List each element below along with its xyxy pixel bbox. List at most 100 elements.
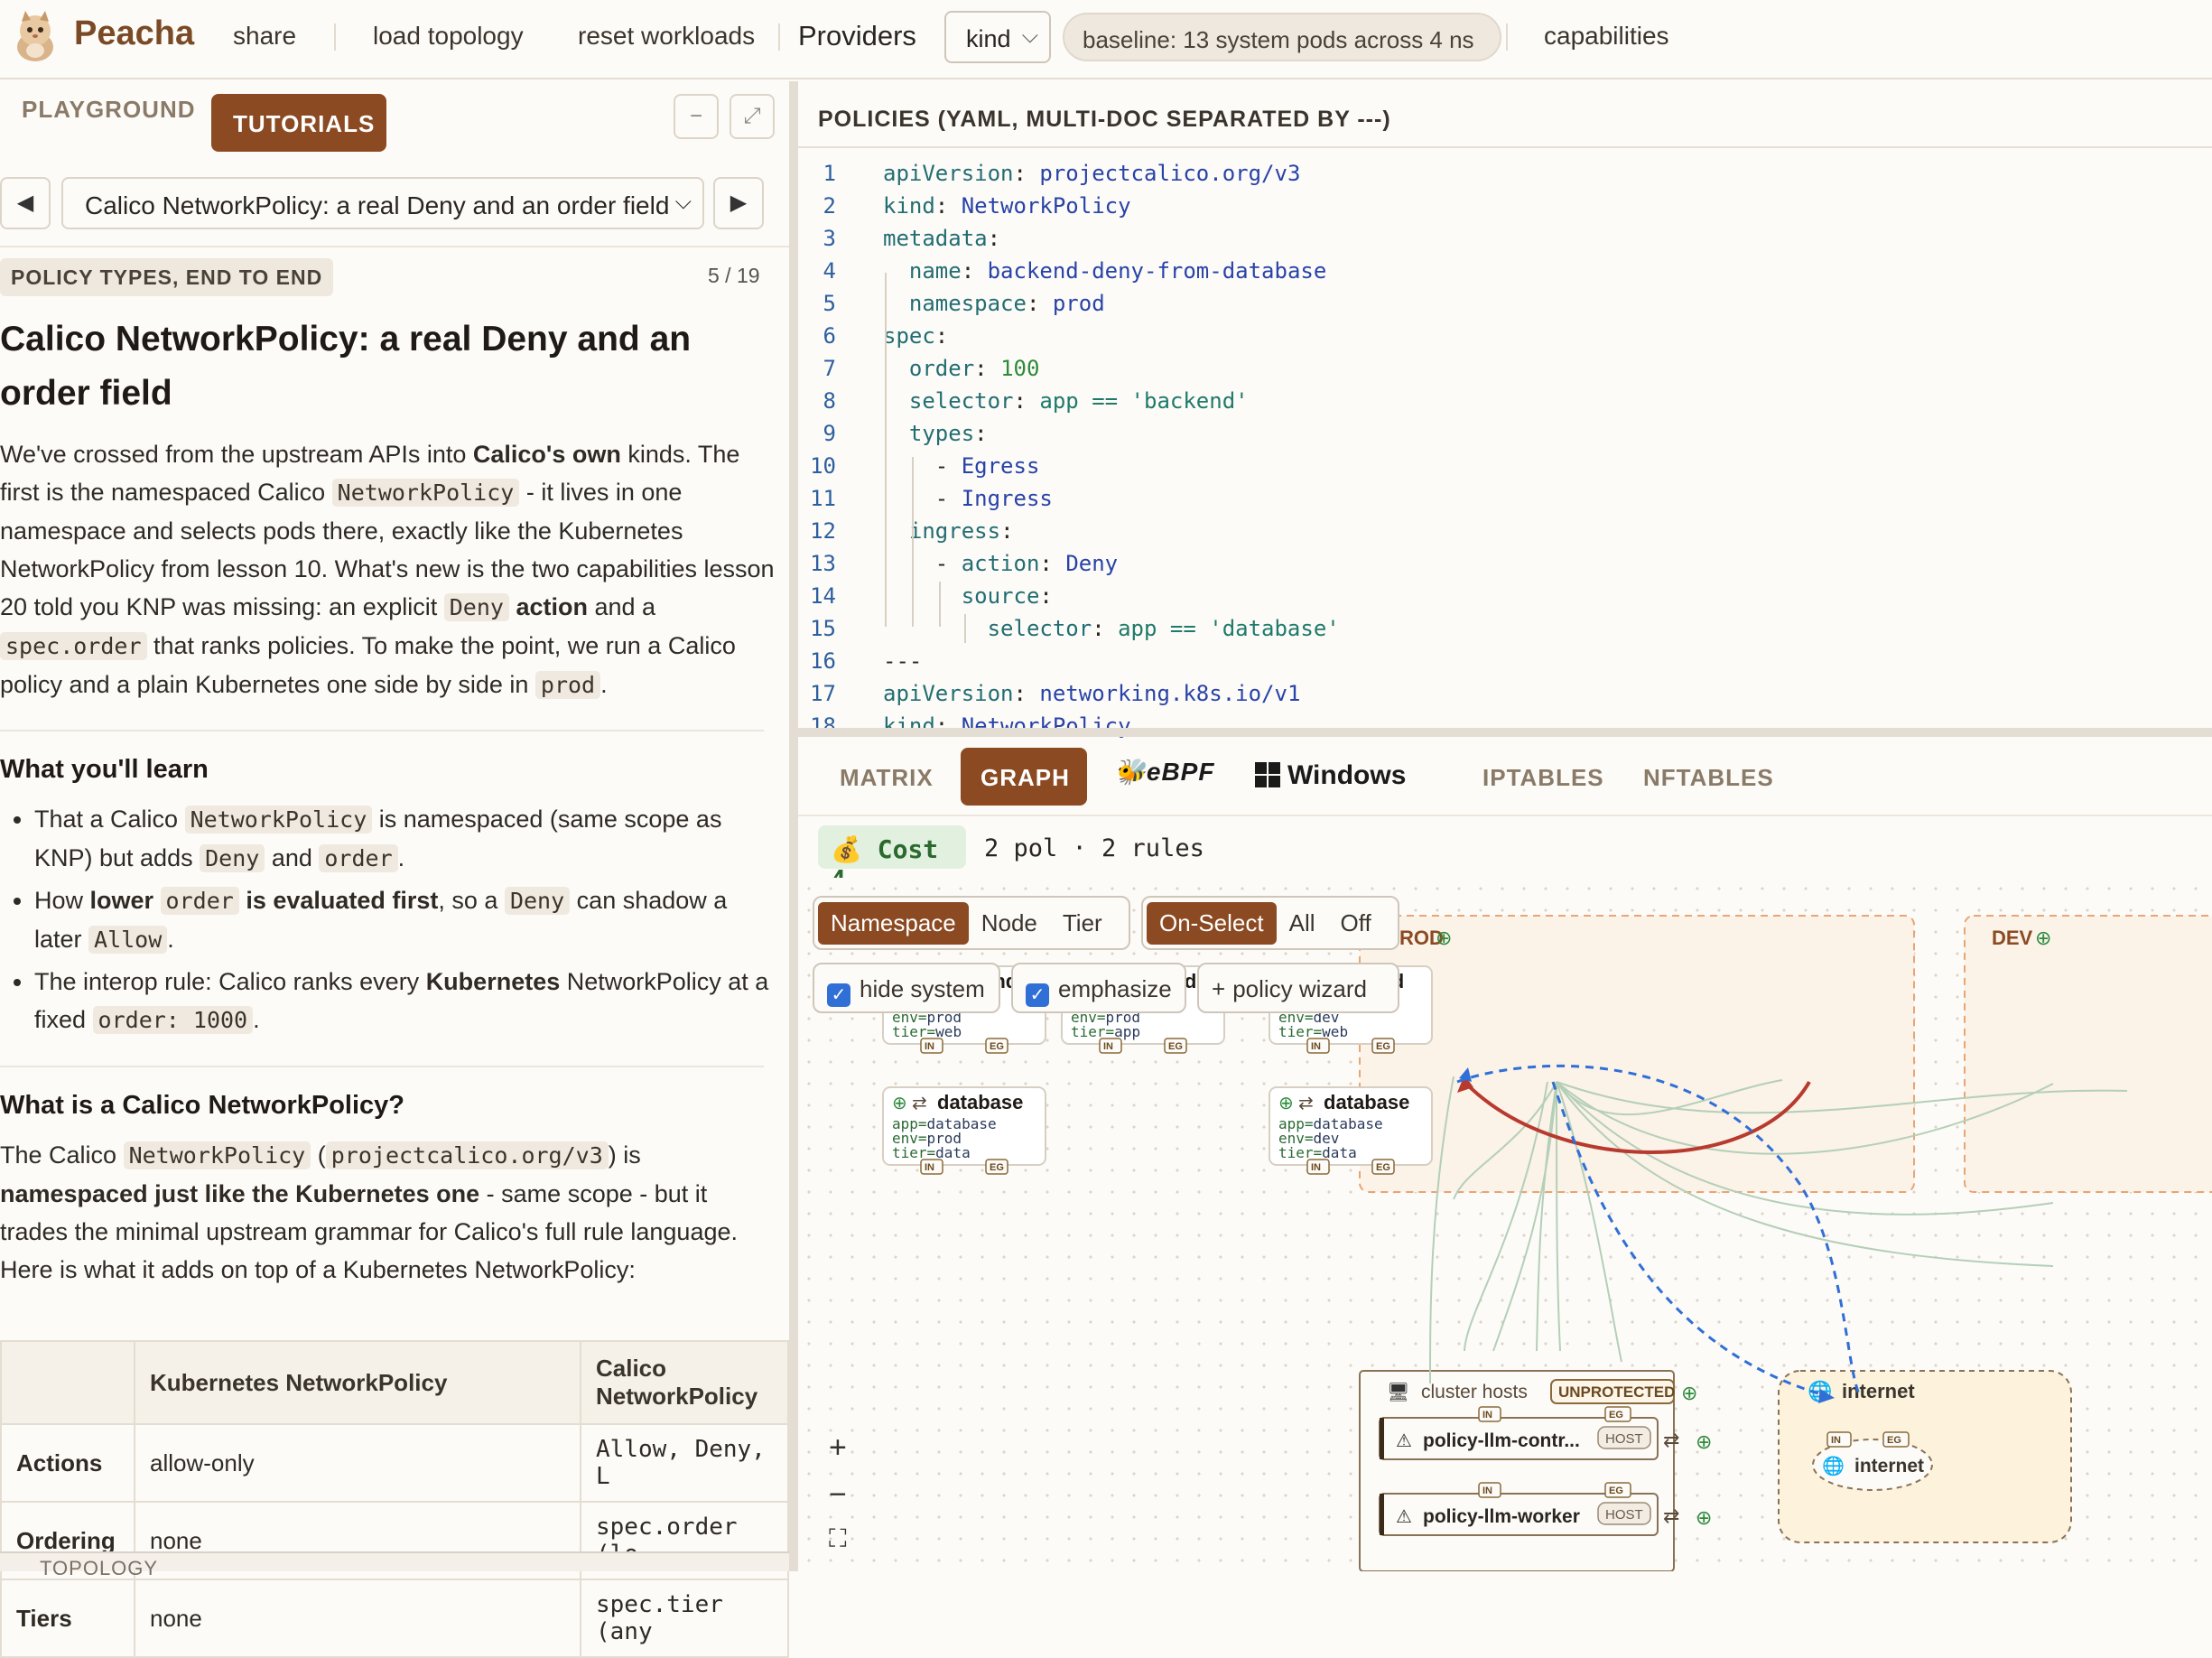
group-namespace-button[interactable]: Namespace bbox=[818, 901, 969, 945]
display-all-button[interactable]: All bbox=[1277, 902, 1328, 945]
lesson-progress: 5 / 19 bbox=[708, 264, 760, 287]
display-off-button[interactable]: Off bbox=[1328, 902, 1384, 945]
learn-list: That a Calico NetworkPolicy is namespace… bbox=[34, 800, 775, 1043]
lesson-select[interactable]: Calico NetworkPolicy: a real Deny and an… bbox=[61, 177, 704, 229]
table-cell: spec.tier (any bbox=[580, 1579, 789, 1658]
table-cell: allow-only bbox=[134, 1423, 581, 1503]
line-number: 17 bbox=[810, 681, 836, 706]
load-topology-button[interactable]: load topology bbox=[373, 22, 524, 51]
group-node-button[interactable]: Node bbox=[969, 902, 1050, 945]
table-header-row: Kubernetes NetworkPolicy Calico NetworkP… bbox=[0, 1340, 789, 1425]
port-eg-label: EG bbox=[1887, 1435, 1901, 1446]
namespace-dev-label: DEV bbox=[1992, 927, 2033, 949]
table-cell: none bbox=[134, 1579, 581, 1658]
line-number: 11 bbox=[810, 486, 836, 511]
brand-name: Peacha bbox=[74, 14, 195, 52]
plus-icon: + bbox=[1212, 975, 1226, 1002]
pod-label: tier=data bbox=[892, 1144, 971, 1161]
globe-icon: ⊕ bbox=[1681, 1382, 1697, 1404]
bee-icon: 🐝 bbox=[1114, 758, 1147, 786]
line-number: 8 bbox=[823, 388, 836, 414]
reset-workloads-button[interactable]: reset workloads bbox=[578, 22, 755, 51]
chevron-down-icon: ⌵ bbox=[1021, 23, 1038, 48]
table-header: Kubernetes NetworkPolicy bbox=[134, 1340, 581, 1425]
panel-resize-handle[interactable] bbox=[789, 81, 798, 1571]
prev-lesson-icon[interactable]: ◀ bbox=[0, 177, 51, 229]
port-eg-label: EG bbox=[1376, 1162, 1390, 1173]
tab-graph[interactable]: GRAPH bbox=[961, 748, 1087, 806]
hide-system-checkbox[interactable]: ✓ hide system bbox=[813, 963, 1000, 1013]
swap-icon: ⇄ bbox=[912, 1094, 927, 1113]
cost-badge: 💰 Cost 4 bbox=[818, 825, 966, 894]
table-header bbox=[0, 1340, 135, 1425]
code-line: apiVersion: projectcalico.org/v3 bbox=[883, 161, 1301, 186]
zoom-in-icon[interactable]: + bbox=[829, 1430, 847, 1466]
line-number: 6 bbox=[823, 323, 836, 349]
pod-label: tier=web bbox=[1278, 1023, 1348, 1040]
namespace-dev-group[interactable] bbox=[1964, 915, 2212, 1193]
policy-wizard-button[interactable]: + policy wizard bbox=[1197, 963, 1399, 1013]
tab-iptables[interactable]: IPTABLES bbox=[1482, 764, 1604, 792]
tab-ebpf[interactable]: 🐝eBPF bbox=[1114, 757, 1214, 787]
code-line: spec: bbox=[883, 323, 962, 349]
table-cell: Tiers bbox=[0, 1579, 135, 1658]
code-line: apiVersion: networking.k8s.io/v1 bbox=[883, 681, 1301, 706]
lesson-title: Calico NetworkPolicy: a real Deny and an… bbox=[0, 320, 692, 413]
topology-graph[interactable]: ROD ⊕ DEV ⊕ 🖥 cluster hosts UNPROTECTED … bbox=[798, 878, 2212, 1571]
zoom-out-icon[interactable]: − bbox=[829, 1477, 847, 1513]
pod-name: database bbox=[1324, 1091, 1409, 1113]
share-button[interactable]: share bbox=[233, 22, 296, 51]
code-line: namespace: prod bbox=[908, 291, 1105, 316]
port-in-label: IN bbox=[925, 1162, 934, 1173]
minimize-icon[interactable]: − bbox=[674, 94, 719, 139]
panel-resize-handle[interactable] bbox=[798, 728, 2212, 737]
code-line: name: backend-deny-from-database bbox=[908, 258, 1327, 284]
fit-view-icon[interactable]: ⛶ bbox=[829, 1524, 847, 1554]
display-on-select-button[interactable]: On-Select bbox=[1147, 901, 1277, 945]
code-line: source: bbox=[961, 583, 1066, 609]
code-line: - Egress bbox=[934, 453, 1040, 479]
next-lesson-icon[interactable]: ▶ bbox=[713, 177, 764, 229]
pod-card[interactable]: ⊕ ⇄ databaseapp=databaseenv=devtier=dataIN… bbox=[1269, 1086, 1433, 1175]
cluster-hosts-label: cluster hosts bbox=[1421, 1382, 1528, 1402]
globe-icon: ⊕ bbox=[892, 1094, 907, 1113]
internet-node-label: internet bbox=[1854, 1456, 1924, 1476]
tab-matrix[interactable]: MATRIX bbox=[840, 764, 934, 792]
lesson-select-value: Calico NetworkPolicy: a real Deny and an… bbox=[85, 191, 670, 219]
divider bbox=[0, 1066, 764, 1067]
line-number: 9 bbox=[823, 421, 836, 446]
line-number: 1 bbox=[823, 161, 836, 186]
tab-tutorials[interactable]: TUTORIALS bbox=[211, 94, 386, 152]
emphasize-checkbox[interactable]: ✓ emphasize bbox=[1011, 963, 1186, 1013]
globe-icon: ⊕ bbox=[1278, 1094, 1294, 1113]
port-eg-label: EG bbox=[990, 1041, 1004, 1052]
list-item: That a Calico NetworkPolicy is namespace… bbox=[34, 800, 775, 878]
divider bbox=[0, 730, 764, 731]
tab-playground[interactable]: PLAYGROUND bbox=[22, 96, 196, 124]
list-item: The interop rule: Calico ranks every Kub… bbox=[34, 963, 775, 1039]
code-line: order: 100 bbox=[908, 356, 1040, 381]
expand-icon[interactable]: ⤢ bbox=[730, 94, 775, 139]
tab-nftables[interactable]: NFTABLES bbox=[1643, 764, 1774, 792]
port-in-label: IN bbox=[1482, 1486, 1492, 1496]
tab-windows[interactable]: Windows bbox=[1255, 760, 1406, 791]
globe-icon: ⊕ bbox=[1436, 927, 1452, 949]
group-tier-button[interactable]: Tier bbox=[1050, 902, 1115, 945]
top-bar: Peacha share load topology reset workloa… bbox=[0, 0, 2212, 79]
pod-card[interactable]: ⊕ ⇄ databaseapp=databaseenv=prodtier=dataI… bbox=[882, 1086, 1046, 1175]
capabilities-button[interactable]: capabilities bbox=[1544, 22, 1669, 51]
line-number: 13 bbox=[810, 551, 836, 576]
provider-select-value: kind bbox=[966, 25, 1011, 52]
port-eg-label: EG bbox=[1609, 1410, 1623, 1420]
warning-icon: ⚠ bbox=[1396, 1507, 1412, 1527]
provider-select[interactable]: kind ⌵ bbox=[944, 11, 1051, 63]
peacha-logo-icon bbox=[17, 11, 53, 61]
code-line: ingress: bbox=[908, 518, 1027, 544]
port-eg-label: EG bbox=[1376, 1041, 1390, 1052]
monitor-icon: 🖥 bbox=[1387, 1383, 1409, 1402]
port-in-label: IN bbox=[1831, 1435, 1841, 1446]
port-eg-label: EG bbox=[1168, 1041, 1183, 1052]
pod-label: tier=app bbox=[1071, 1023, 1140, 1040]
port-in-label: IN bbox=[1103, 1041, 1113, 1052]
table-row: Actions allow-only Allow, Deny, L bbox=[0, 1423, 789, 1503]
